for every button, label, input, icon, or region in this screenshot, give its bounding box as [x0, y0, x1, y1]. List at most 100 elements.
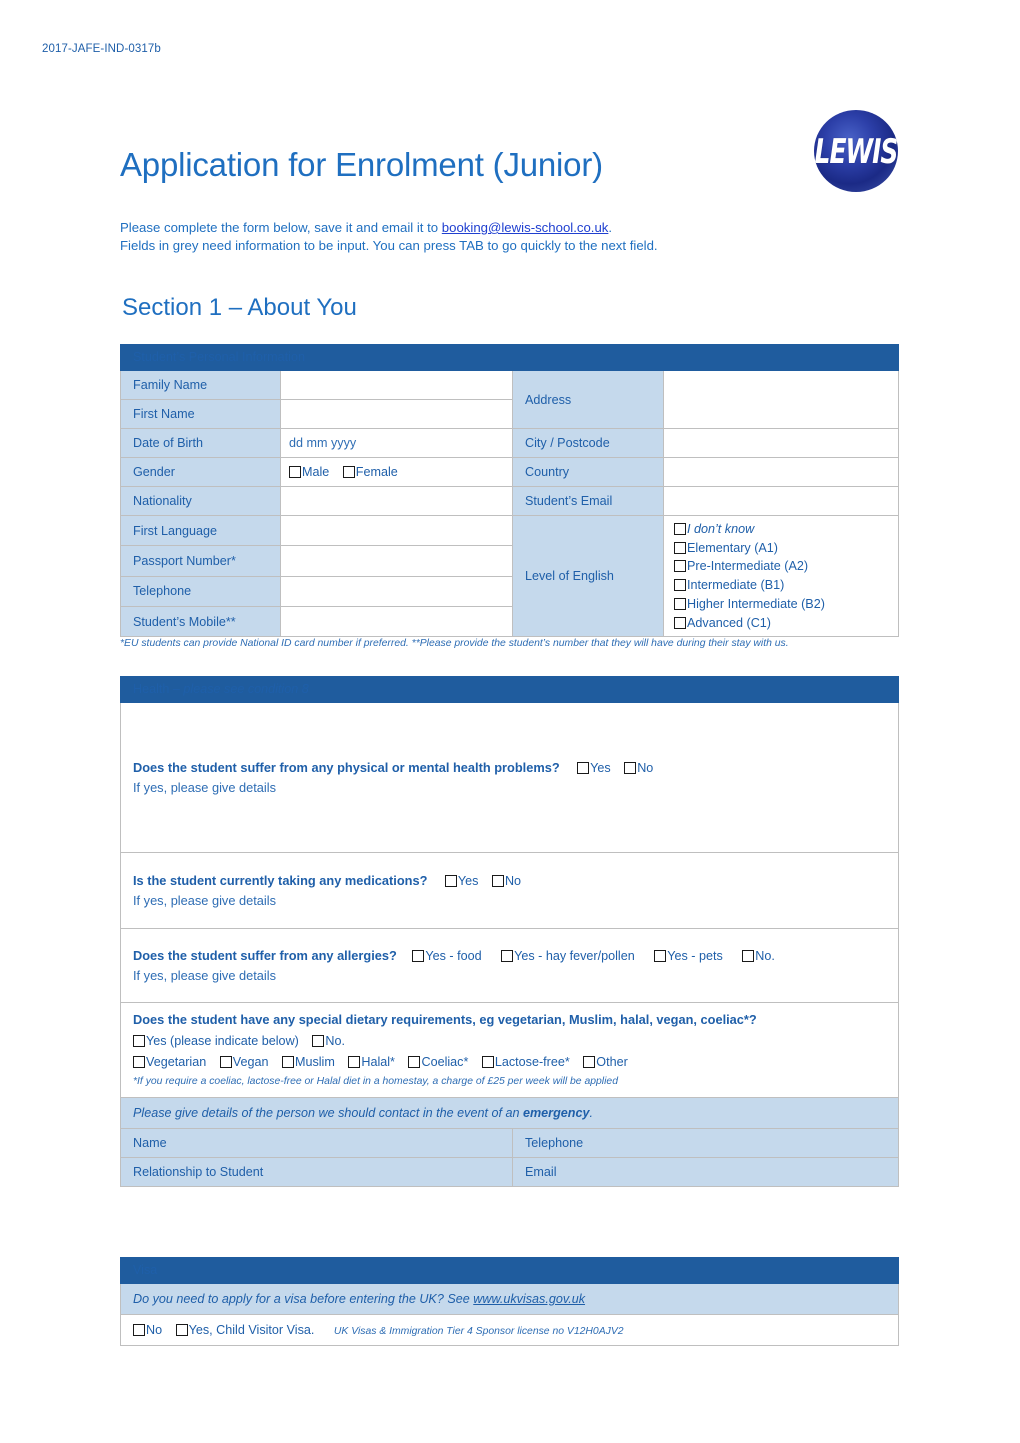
checkbox-english-1[interactable]: Elementary (A1) [674, 539, 890, 558]
field-address[interactable] [662, 370, 900, 429]
checkbox-icon[interactable] [289, 466, 301, 478]
checkbox-icon[interactable] [312, 1035, 325, 1047]
field-nationality[interactable] [280, 486, 513, 516]
checkbox-icon[interactable] [133, 1324, 145, 1336]
logo-text: LEWIS [814, 131, 898, 171]
checkbox-allergy-no[interactable]: No. [742, 949, 775, 963]
checkbox-icon[interactable] [133, 1056, 145, 1068]
checkbox-icon[interactable] [674, 616, 686, 629]
health-question-4: Does the student have any special dietar… [120, 1002, 899, 1098]
label-passport-number: Passport Number* [120, 545, 281, 577]
checkbox-icon[interactable] [742, 949, 755, 962]
label-emergency-relationship[interactable]: Relationship to Student [120, 1157, 513, 1187]
checkbox-medication-yes[interactable]: Yes [444, 874, 478, 888]
checkbox-health-no[interactable]: No [624, 761, 653, 775]
checkbox-english-2[interactable]: Pre-Intermediate (A2) [674, 557, 890, 576]
checkbox-label: Muslim [294, 1055, 335, 1069]
checkbox-diet-yes[interactable]: Yes (please indicate below) [133, 1034, 299, 1048]
section-1-heading: Section 1 – About You [122, 294, 357, 321]
checkbox-diet-vegetarian[interactable]: Vegetarian [133, 1055, 206, 1069]
checkbox-label: Yes - pets [667, 948, 723, 963]
personal-information-footnote: *EU students can provide National ID car… [120, 638, 789, 649]
checkbox-visa-no[interactable]: No [133, 1323, 162, 1337]
checkbox-gender-male[interactable]: Male [289, 465, 329, 479]
label-emergency-telephone[interactable]: Telephone [512, 1128, 899, 1158]
health-question-3: Does the student suffer from any allergi… [120, 928, 899, 1003]
field-family-name[interactable] [280, 370, 513, 400]
checkbox-english-5[interactable]: Advanced (C1) [674, 614, 890, 633]
checkbox-allergy-hayfever[interactable]: Yes - hay fever/pollen [501, 949, 635, 963]
field-country[interactable] [662, 457, 900, 487]
checkbox-icon[interactable] [342, 466, 355, 478]
field-city-postcode[interactable] [662, 428, 900, 458]
checkbox-label: I don’t know [687, 522, 755, 536]
booking-email-link[interactable]: booking@lewis-school.co.uk [442, 220, 609, 235]
checkbox-icon[interactable] [175, 1324, 188, 1336]
checkbox-icon[interactable] [491, 874, 504, 887]
checkbox-icon[interactable] [674, 597, 686, 610]
checkbox-label: Intermediate (B1) [687, 578, 785, 593]
table-row: Does the student suffer from any physica… [120, 702, 899, 853]
field-first-name[interactable] [280, 399, 513, 429]
checkbox-icon[interactable] [348, 1056, 361, 1068]
checkbox-diet-muslim[interactable]: Muslim [281, 1055, 335, 1069]
field-student-email[interactable] [662, 486, 900, 516]
field-first-language[interactable] [280, 514, 513, 547]
checkbox-label: Other [596, 1055, 628, 1069]
checkbox-icon[interactable] [674, 523, 686, 535]
label-nationality: Nationality [120, 486, 281, 516]
checkbox-medication-no[interactable]: No [491, 874, 521, 888]
checkbox-english-3[interactable]: Intermediate (B1) [674, 576, 890, 595]
label-emergency-email[interactable]: Email [512, 1157, 899, 1187]
checkbox-icon[interactable] [577, 761, 590, 774]
checkbox-icon[interactable] [624, 761, 637, 774]
checkbox-icon[interactable] [481, 1056, 494, 1068]
checkbox-diet-no[interactable]: No. [312, 1034, 345, 1048]
checkbox-icon[interactable] [583, 1056, 596, 1068]
checkbox-icon[interactable] [408, 1056, 421, 1068]
checkbox-label: Advanced (C1) [687, 615, 771, 630]
intro-line-1: Please complete the form below, save it … [120, 219, 658, 237]
checkbox-english-4[interactable]: Higher Intermediate (B2) [674, 595, 890, 614]
checkbox-gender-female[interactable]: Female [342, 465, 398, 479]
checkbox-icon[interactable] [654, 949, 667, 962]
checkbox-diet-lactose-free[interactable]: Lactose-free* [481, 1055, 570, 1069]
label-student-email: Student’s Email [512, 486, 664, 516]
table-row: No Yes, Child Visitor Visa. UK Visas & I… [120, 1314, 899, 1346]
checkbox-english-0[interactable]: I don’t know [674, 520, 890, 539]
checkbox-icon[interactable] [674, 560, 686, 573]
table-row: Health – please see condition 8 [120, 676, 899, 703]
checkbox-diet-halal[interactable]: Halal* [348, 1055, 395, 1069]
checkbox-diet-vegan[interactable]: Vegan [219, 1055, 268, 1069]
checkbox-diet-coeliac[interactable]: Coeliac* [408, 1055, 468, 1069]
checkbox-icon[interactable] [219, 1056, 232, 1068]
checkbox-icon[interactable] [412, 949, 425, 962]
checkbox-label: Elementary (A1) [687, 540, 778, 555]
visa-license-note: UK Visas & Immigration Tier 4 Sponsor li… [333, 1326, 624, 1337]
field-date-of-birth[interactable]: dd mm yyyy [280, 428, 513, 458]
ukvisas-link[interactable]: www.ukvisas.gov.uk [473, 1292, 585, 1306]
checkbox-icon[interactable] [281, 1056, 294, 1068]
checkbox-health-yes[interactable]: Yes [577, 761, 611, 775]
checkbox-icon[interactable] [444, 874, 457, 887]
label-gender: Gender [120, 457, 281, 487]
checkbox-visa-child-visitor[interactable]: Yes, Child Visitor Visa. [175, 1323, 314, 1337]
intro-line-2: Fields in grey need information to be in… [120, 238, 658, 253]
table-row: Relationship to Student Email [120, 1157, 899, 1187]
checkbox-icon[interactable] [674, 541, 686, 554]
checkbox-diet-other[interactable]: Other [583, 1055, 628, 1069]
visa-options-row: No Yes, Child Visitor Visa. UK Visas & I… [120, 1314, 899, 1346]
field-student-mobile[interactable] [280, 605, 513, 638]
label-family-name: Family Name [120, 370, 281, 400]
health-question-1: Does the student suffer from any physica… [120, 702, 899, 853]
field-passport-number[interactable] [280, 545, 513, 577]
checkbox-icon[interactable] [501, 949, 514, 962]
checkbox-allergy-pets[interactable]: Yes - pets [654, 949, 723, 963]
checkbox-icon[interactable] [674, 579, 686, 592]
checkbox-icon[interactable] [133, 1035, 145, 1047]
question-subtext: If yes, please give details [133, 967, 276, 983]
checkbox-allergy-food[interactable]: Yes - food [412, 949, 482, 963]
label-emergency-name[interactable]: Name [120, 1128, 513, 1158]
emergency-intro-suffix: . [589, 1106, 593, 1120]
field-telephone[interactable] [280, 575, 513, 607]
